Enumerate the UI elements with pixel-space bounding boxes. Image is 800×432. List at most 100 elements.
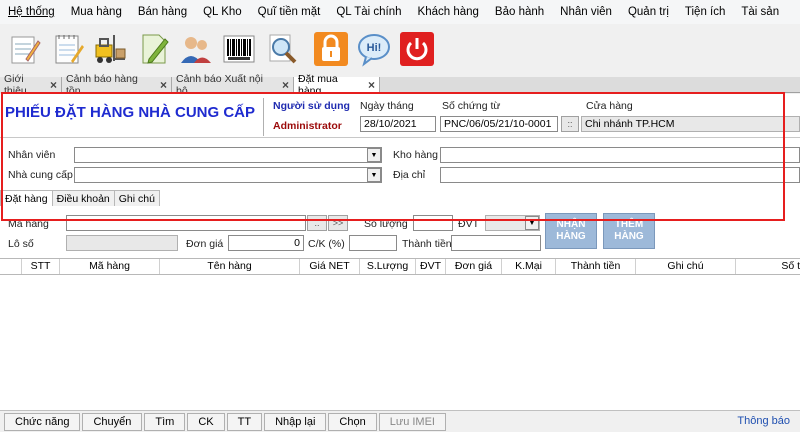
magnifier-icon[interactable] [262, 29, 302, 69]
menu-nhan-vien[interactable]: Nhân viên [552, 6, 620, 18]
chevron-down-icon[interactable]: ▼ [367, 168, 381, 182]
page-title: PHIẾU ĐẶT HÀNG NHÀ CUNG CẤP [5, 104, 256, 121]
subtab-ghi-chu[interactable]: Ghi chú [113, 190, 160, 206]
menu-ban-hang[interactable]: Bán hàng [130, 6, 195, 18]
store-field[interactable]: Chi nhánh TP.HCM [581, 116, 800, 132]
ck-button[interactable]: CK [187, 412, 225, 431]
column-header[interactable]: Giá NET [300, 259, 360, 274]
close-icon[interactable]: × [282, 78, 289, 92]
power-icon[interactable] [397, 29, 437, 69]
close-icon[interactable]: × [50, 78, 57, 92]
unit-label: ĐVT [458, 218, 479, 230]
quantity-field[interactable] [413, 215, 453, 231]
menu-bar: Hệ thống Mua hàng Bán hàng QL Kho Quĩ ti… [0, 0, 800, 24]
supplier-select[interactable] [74, 167, 382, 183]
barcode-icon[interactable] [219, 29, 259, 69]
document-tabs: Giới thiệu × Cảnh báo hàng tồn × Cảnh báo … [0, 73, 800, 97]
tab-canh-bao-xuat-noi-bo[interactable]: Cảnh báo Xuất nội bộ × [172, 73, 294, 97]
item-browse-button[interactable]: .. [307, 215, 327, 231]
column-header[interactable]: Đơn giá [446, 259, 502, 274]
menu-quan-tri[interactable]: Quản trị [620, 6, 677, 18]
chevron-down-icon[interactable]: ▼ [525, 216, 539, 230]
toolbar: Hi! [0, 24, 800, 74]
chat-icon[interactable]: Hi! [354, 29, 394, 69]
row-selector-header [0, 259, 22, 274]
add-goods-button[interactable]: THÊM HÀNG [603, 213, 655, 249]
menu-bao-hanh[interactable]: Bảo hành [487, 6, 552, 18]
doc-number-field[interactable]: PNC/06/05/21/10-0001 [440, 116, 558, 132]
menu-he-thong[interactable]: Hệ thống [0, 6, 63, 18]
date-label: Ngày tháng [360, 100, 414, 112]
tab-gioi-thieu[interactable]: Giới thiệu × [0, 73, 62, 97]
price-label: Đơn giá [186, 238, 224, 250]
column-header[interactable]: S.Lượng [360, 259, 416, 274]
column-header[interactable]: STT [22, 259, 60, 274]
user-value: Administrator [273, 120, 342, 132]
item-code-label: Mã hàng [8, 218, 49, 230]
lock-icon[interactable] [311, 29, 351, 69]
transfer-button[interactable]: Chuyển [82, 412, 143, 431]
column-header[interactable]: Số t [736, 259, 800, 274]
column-header[interactable]: Mã hàng [60, 259, 160, 274]
tab-dat-mua-hang[interactable]: Đặt mua hàng × [294, 73, 380, 97]
item-next-button[interactable]: >> [328, 215, 348, 231]
status-bar: Chức năng Chuyển Tìm CK TT Nhập lại Chọn… [0, 410, 800, 432]
amount-field[interactable] [451, 235, 541, 251]
order-form: PHIẾU ĐẶT HÀNG NHÀ CUNG CẤP Người sử dụn… [0, 94, 800, 432]
menu-ql-kho[interactable]: QL Kho [195, 6, 250, 18]
doc-number-label: Số chứng từ [442, 100, 501, 112]
users-icon[interactable] [176, 29, 216, 69]
column-header[interactable]: Ghi chú [636, 259, 736, 274]
address-field[interactable] [440, 167, 800, 183]
close-icon[interactable]: × [160, 78, 167, 92]
receive-goods-button[interactable]: NHẬN HÀNG [545, 213, 597, 249]
store-label: Cửa hàng [586, 100, 633, 112]
lot-field[interactable] [66, 235, 178, 251]
chevron-down-icon[interactable]: ▼ [367, 148, 381, 162]
reset-button[interactable]: Nhập lại [264, 412, 327, 431]
close-icon[interactable]: × [368, 78, 375, 92]
lot-label: Lô số [8, 238, 34, 250]
forklift-icon[interactable] [90, 29, 130, 69]
items-grid-body[interactable] [0, 275, 800, 409]
items-grid-header: STT Mã hàng Tên hàng Giá NET S.Lượng ĐVT… [0, 258, 800, 275]
discount-field[interactable] [349, 235, 397, 251]
menu-mua-hang[interactable]: Mua hàng [63, 6, 130, 18]
divider [263, 98, 264, 136]
menu-khach-hang[interactable]: Khách hàng [410, 6, 487, 18]
quantity-label: Số lượng [364, 218, 408, 230]
subtab-dat-hang[interactable]: Đặt hàng [0, 190, 53, 206]
sub-tabs: Đặt hàng Điều khoản Ghi chú [0, 190, 160, 206]
discount-label: C/K (%) [308, 238, 345, 250]
subtab-dieu-khoan[interactable]: Điều khoản [51, 190, 115, 206]
notification-link[interactable]: Thông báo [737, 415, 790, 427]
find-button[interactable]: Tìm [144, 412, 186, 431]
select-button[interactable]: Chọn [328, 412, 377, 431]
menu-quy-tien-mat[interactable]: Quĩ tiền mặt [250, 6, 329, 18]
column-header[interactable]: Thành tiền [556, 259, 636, 274]
column-header[interactable]: K.Mại [502, 259, 556, 274]
user-label: Người sử dụng [273, 100, 350, 112]
form-header: PHIẾU ĐẶT HÀNG NHÀ CUNG CẤP Người sử dụn… [0, 94, 800, 138]
item-code-field[interactable] [66, 215, 306, 231]
tt-button[interactable]: TT [226, 412, 263, 431]
menu-ql-tai-chinh[interactable]: QL Tài chính [328, 6, 409, 18]
date-field[interactable]: 28/10/2021 [360, 116, 436, 132]
amount-label: Thành tiền [402, 238, 452, 250]
menu-tien-ich[interactable]: Tiện ích [677, 6, 733, 18]
edit-document-icon[interactable] [133, 29, 173, 69]
notebook-icon[interactable] [47, 29, 87, 69]
menu-tai-san[interactable]: Tài sản [733, 6, 787, 18]
tab-canh-bao-hang-ton[interactable]: Cảnh báo hàng tồn × [62, 73, 172, 97]
function-button[interactable]: Chức năng [4, 412, 81, 431]
store-picker-button[interactable]: :: [561, 116, 579, 132]
employee-label: Nhân viên [8, 149, 56, 161]
warehouse-field[interactable] [440, 147, 800, 163]
warehouse-label: Kho hàng [393, 149, 438, 161]
price-field[interactable]: 0 [228, 235, 304, 251]
employee-select[interactable] [74, 147, 382, 163]
notepad-icon[interactable] [4, 29, 44, 69]
column-header[interactable]: ĐVT [416, 259, 446, 274]
save-imei-button[interactable]: Lưu IMEI [378, 412, 446, 431]
column-header[interactable]: Tên hàng [160, 259, 300, 274]
